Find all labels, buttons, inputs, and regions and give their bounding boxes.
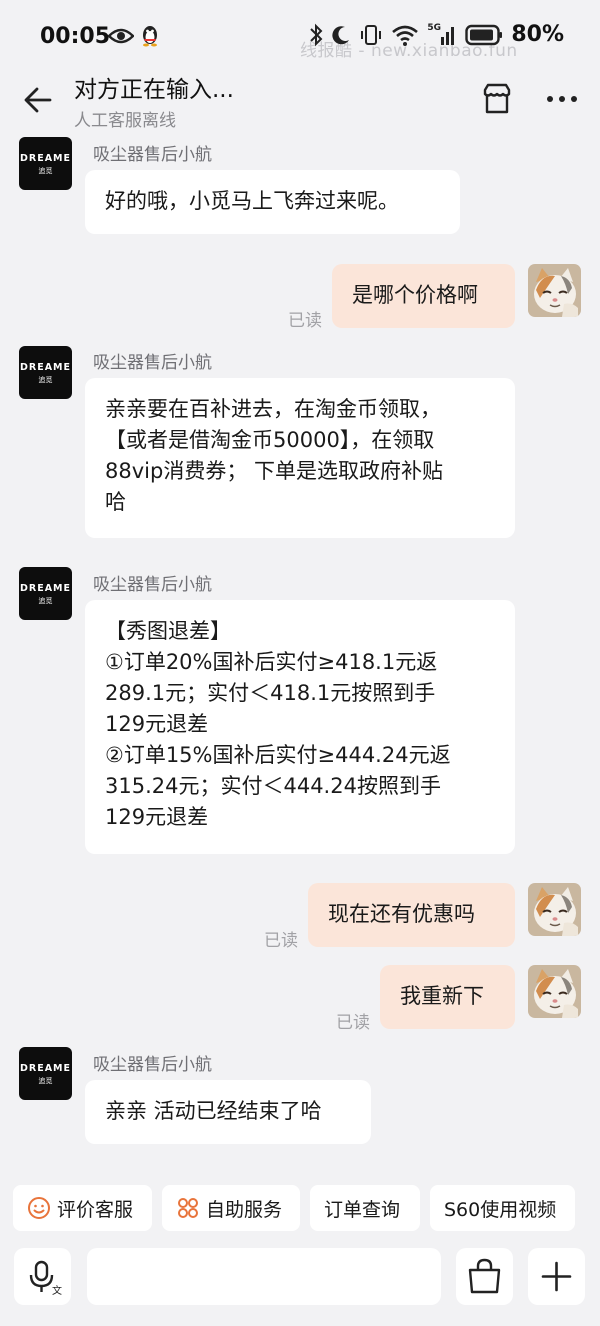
eye-icon [108,28,134,44]
signal-label: 5G [427,22,441,33]
input-bar: 文 [0,1246,600,1306]
quick-reply-label: 评价客服 [57,1198,134,1221]
vibrate-icon [361,24,382,45]
plus-icon [541,1261,572,1292]
quick-reply-chip[interactable]: S60使用视频 [430,1185,575,1231]
store-icon[interactable] [480,82,514,116]
outgoing-message-bubble[interactable]: 是哪个价格啊 [332,264,515,328]
signal-icon: 5G [427,23,457,47]
outgoing-message-bubble[interactable]: 我重新下 [380,965,515,1029]
sender-name: 吸尘器售后小航 [93,353,212,373]
message-line: 129元退差 [105,712,209,736]
read-status: 已读 [288,311,322,331]
message-line: 亲亲要在百补进去，在淘金币领取， [105,397,441,421]
add-more-button[interactable] [528,1248,585,1305]
agent-avatar[interactable]: DREAME 追觅 [19,567,72,620]
sender-name: 吸尘器售后小航 [93,1055,212,1075]
agent-avatar[interactable]: DREAME 追觅 [19,137,72,190]
message-line: 129元退差 [105,805,209,829]
quick-reply-label: S60使用视频 [444,1198,557,1221]
avatar-brand-subtext: 追觅 [38,376,53,384]
sender-name: 吸尘器售后小航 [93,145,212,165]
incoming-message-bubble[interactable]: 亲亲 活动已经结束了哈 [85,1080,371,1144]
message-line: 哈 [105,490,126,514]
more-options-icon[interactable] [546,94,578,104]
chat-subtitle: 人工客服离线 [74,111,176,131]
avatar-brand-subtext: 追觅 [38,1077,53,1085]
quick-reply-chip[interactable]: 自助服务 [162,1185,300,1231]
shopping-bag-button[interactable] [456,1248,513,1305]
incoming-message-bubble[interactable]: 好的哦，小觅马上飞奔过来呢。 [85,170,460,234]
message-line: 好的哦，小觅马上飞奔过来呢。 [105,189,399,213]
message-line: 【或者是借淘金币50000】，在领取 [105,428,435,452]
user-avatar[interactable] [528,965,581,1018]
read-status: 已读 [336,1013,370,1033]
outgoing-message-bubble[interactable]: 现在还有优惠吗 [308,883,515,947]
message-line: 现在还有优惠吗 [328,902,475,926]
avatar-brand-text: DREAME [20,362,71,373]
status-bar: 00:05 线报酷 - new.xianbao.fun 5G 80% [0,0,600,70]
message-text-input[interactable] [87,1248,506,1305]
incoming-message-bubble[interactable]: 【秀图退差】 ①订单20%国补后实付≥418.1元返 289.1元；实付＜418… [85,600,515,854]
grid-flower-icon [178,1198,198,1218]
voice-input-button[interactable]: 文 [14,1248,71,1305]
cat-photo-icon [528,883,581,936]
sender-name: 吸尘器售后小航 [93,575,212,595]
shopping-bag-icon [468,1258,501,1294]
message-line: 是哪个价格啊 [352,283,478,307]
microphone-icon: 文 [29,1260,62,1297]
message-line: 315.24元；实付＜444.24按照到手 [105,774,441,798]
read-status: 已读 [264,931,298,951]
avatar-brand-text: DREAME [20,1063,71,1074]
battery-icon [465,24,503,45]
message-line: 88vip消费券； 下单是选取政府补贴 [105,459,443,483]
avatar-brand-subtext: 追觅 [38,597,53,605]
status-icons: 5G 80% [309,22,564,47]
agent-avatar[interactable]: DREAME 追觅 [19,1047,72,1100]
avatar-brand-subtext: 追觅 [38,167,53,175]
message-line: 【秀图退差】 [105,619,231,643]
chat-title: 对方正在输入... [74,77,234,103]
agent-avatar[interactable]: DREAME 追觅 [19,346,72,399]
back-arrow-icon[interactable] [22,84,54,116]
wifi-icon [392,25,419,46]
message-line: 亲亲 活动已经结束了哈 [105,1099,322,1123]
smile-icon [28,1197,50,1219]
battery-percent: 80% [511,22,564,47]
cat-photo-icon [528,264,581,317]
cat-photo-icon [528,965,581,1018]
svg-text:文: 文 [52,1284,62,1297]
moon-icon [332,25,350,44]
chat-header: 对方正在输入... 人工客服离线 [0,64,600,136]
quick-reply-label: 自助服务 [206,1198,283,1221]
user-avatar[interactable] [528,883,581,936]
quick-reply-chip[interactable]: 评价客服 [13,1185,152,1231]
incoming-message-bubble[interactable]: 亲亲要在百补进去，在淘金币领取， 【或者是借淘金币50000】，在领取 88vi… [85,378,515,538]
avatar-brand-text: DREAME [20,153,71,164]
bluetooth-icon [310,23,323,46]
avatar-brand-text: DREAME [20,583,71,594]
status-time: 00:05 [40,24,111,49]
message-line: 289.1元；实付＜418.1元按照到手 [105,681,436,705]
message-line: ①订单20%国补后实付≥418.1元返 [105,650,438,674]
message-line: ②订单15%国补后实付≥444.24元返 [105,743,451,767]
qq-penguin-icon [143,26,157,47]
quick-reply-label: 订单查询 [324,1198,401,1221]
user-avatar[interactable] [528,264,581,317]
quick-reply-bar: 评价客服 自助服务 订单查询 S60使用视频 [13,1185,575,1231]
message-line: 我重新下 [400,984,484,1008]
quick-reply-chip[interactable]: 订单查询 [310,1185,420,1231]
